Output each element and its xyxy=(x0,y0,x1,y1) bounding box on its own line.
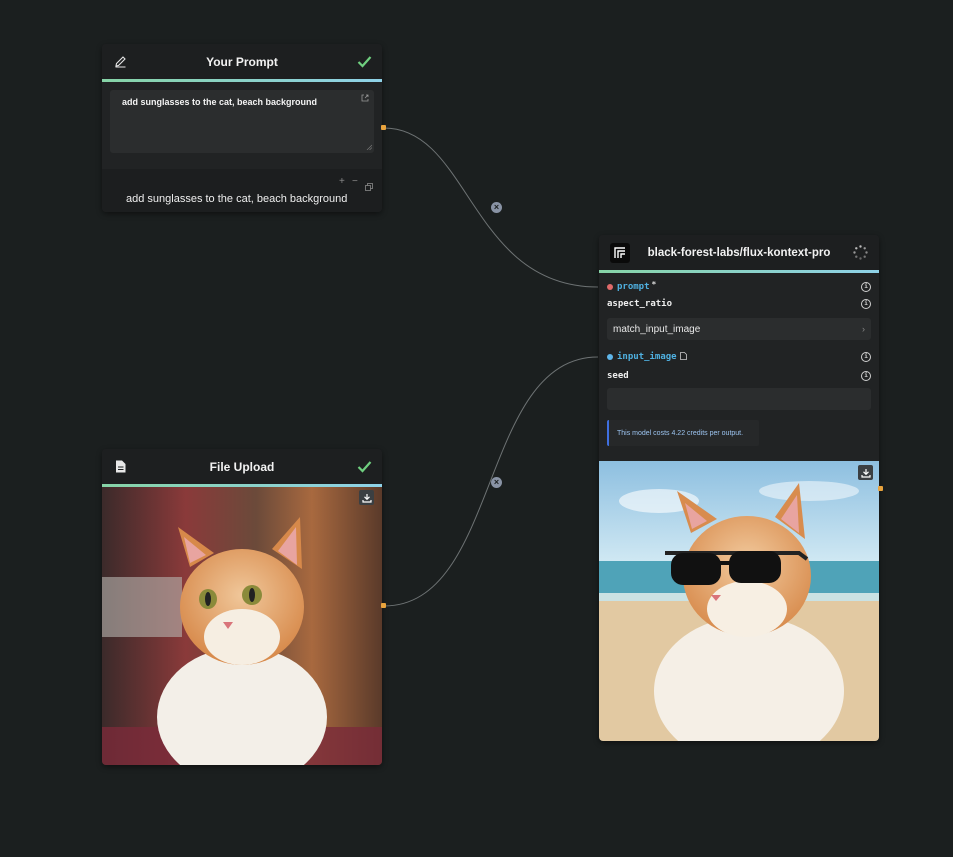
copy-icon[interactable] xyxy=(365,178,373,196)
download-icon xyxy=(860,468,871,478)
loading-spinner-icon xyxy=(853,235,868,270)
prompt-node-header[interactable]: Your Prompt xyxy=(102,44,382,79)
model-node[interactable]: black-forest-labs/flux-kontext-pro promp… xyxy=(599,235,879,741)
header-accent-line xyxy=(102,79,382,82)
upload-node-header[interactable]: File Upload xyxy=(102,449,382,484)
model-node-header[interactable]: black-forest-labs/flux-kontext-pro xyxy=(599,235,879,270)
prompt-preview-text: add sunglasses to the cat, beach backgro… xyxy=(126,193,348,205)
param-seed: seed i xyxy=(607,369,871,383)
prompt-text: add sunglasses to the cat, beach backgro… xyxy=(122,97,318,107)
output-image xyxy=(599,461,879,741)
select-value: match_input_image xyxy=(613,323,701,335)
cost-note-text: This model costs 4.22 credits per output… xyxy=(617,429,744,437)
info-icon[interactable]: i xyxy=(861,371,871,381)
prompt-textarea[interactable]: add sunglasses to the cat, beach backgro… xyxy=(110,90,374,153)
file-icon xyxy=(679,351,687,363)
check-icon xyxy=(357,449,372,484)
prompt-preview-area: + − add sunglasses to the cat, beach bac… xyxy=(102,169,382,212)
cost-note: This model costs 4.22 credits per output… xyxy=(607,420,759,446)
check-icon xyxy=(357,44,372,79)
edge-delete-dot[interactable]: × xyxy=(491,202,502,213)
replicate-logo xyxy=(610,235,630,270)
header-accent-line xyxy=(599,270,879,273)
required-marker: * xyxy=(651,279,657,289)
edge-delete-dot[interactable]: × xyxy=(491,477,502,488)
info-icon[interactable]: i xyxy=(861,299,871,309)
param-prompt[interactable]: prompt * i xyxy=(607,280,871,294)
uploaded-image xyxy=(102,487,382,765)
download-button[interactable] xyxy=(858,465,873,480)
document-icon xyxy=(115,449,126,484)
prompt-output-port[interactable] xyxy=(381,125,386,130)
prompt-node[interactable]: Your Prompt add sunglasses to the cat, b… xyxy=(102,44,382,212)
param-label: input_image xyxy=(617,352,677,362)
input-handle-dot[interactable] xyxy=(607,354,613,360)
resize-handle-icon[interactable] xyxy=(366,142,373,152)
node-title: Your Prompt xyxy=(206,54,278,69)
param-label: aspect_ratio xyxy=(607,299,673,309)
param-aspect-ratio: aspect_ratio i xyxy=(607,297,871,311)
model-output-port[interactable] xyxy=(878,486,883,491)
node-title: File Upload xyxy=(209,459,275,474)
param-label: seed xyxy=(607,371,629,381)
pencil-icon xyxy=(114,44,127,79)
info-icon[interactable]: i xyxy=(861,352,871,362)
chevron-right-icon: › xyxy=(862,324,865,334)
param-label: prompt xyxy=(617,282,650,292)
input-handle-dot[interactable] xyxy=(607,284,613,290)
param-input-image[interactable]: input_image i xyxy=(607,350,871,364)
info-icon[interactable]: i xyxy=(861,282,871,292)
open-external-icon[interactable] xyxy=(361,94,369,104)
download-icon xyxy=(361,493,372,503)
upload-output-port[interactable] xyxy=(381,603,386,608)
file-upload-node[interactable]: File Upload xyxy=(102,449,382,765)
zoom-in-icon[interactable]: + xyxy=(339,176,345,187)
seed-input[interactable] xyxy=(607,388,871,410)
node-title: black-forest-labs/flux-kontext-pro xyxy=(647,246,831,259)
zoom-out-icon[interactable]: − xyxy=(352,176,358,187)
aspect-ratio-select[interactable]: match_input_image › xyxy=(607,318,871,340)
download-button[interactable] xyxy=(359,490,374,505)
